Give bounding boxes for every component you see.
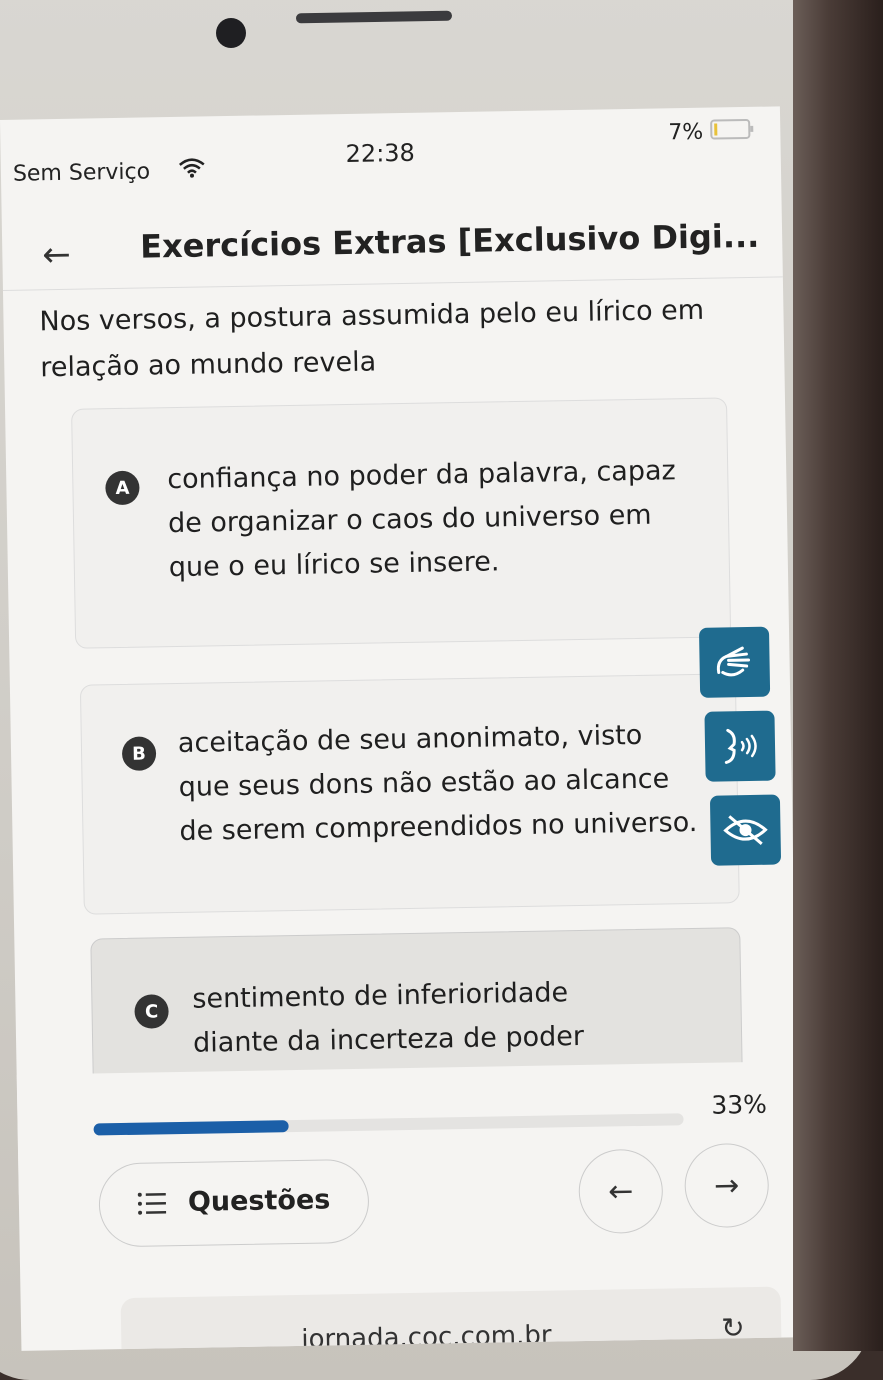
page-header: ← Exercícios Extras [Exclusivo Digi... [2,196,783,291]
text-to-speech-icon [718,724,763,769]
back-arrow-icon[interactable]: ← [42,235,71,275]
previous-question-button[interactable]: ← [578,1149,663,1234]
wifi-icon [179,156,205,178]
hide-eye-icon [721,812,770,849]
progress-bar [94,1113,684,1135]
list-icon [136,1187,169,1220]
option-text: confiança no poder da palavra, capaz de … [167,449,709,590]
front-camera [216,18,246,48]
text-to-speech-button[interactable] [704,711,775,782]
page-title: Exercícios Extras [Exclusivo Digi... [140,216,781,265]
option-letter-badge: B [122,736,157,771]
questions-button[interactable]: Questões [98,1159,369,1248]
hide-content-button[interactable] [710,794,781,865]
option-letter-badge: A [105,471,140,506]
option-text: aceitação de seu anonimato, visto que se… [178,713,700,854]
progress-fill [94,1120,289,1135]
questions-label: Questões [188,1184,331,1217]
carrier-label: Sem Serviço [13,159,151,186]
sign-language-button[interactable] [699,627,770,698]
battery-icon [710,119,750,140]
next-question-button[interactable]: → [684,1143,769,1228]
clock: 22:38 [345,139,415,168]
progress-percent: 33% [711,1090,767,1120]
arrow-right-icon: → [714,1168,740,1203]
phone-screen: Sem Serviço 22:38 7% ← Exercícios Extras… [0,106,801,1350]
question-text: Nos versos, a postura assumida pelo eu l… [39,287,740,391]
arrow-left-icon: ← [608,1174,634,1209]
battery-percent: 7% [668,120,703,146]
option-a[interactable]: A confiança no poder da palavra, capaz d… [71,397,731,648]
option-b[interactable]: B aceitação de seu anonimato, visto que … [80,673,740,914]
option-letter-badge: C [134,994,169,1029]
sign-language-icon [712,642,757,683]
phone-frame-edge [793,0,883,1351]
status-bar: Sem Serviço 22:38 7% [0,106,781,200]
